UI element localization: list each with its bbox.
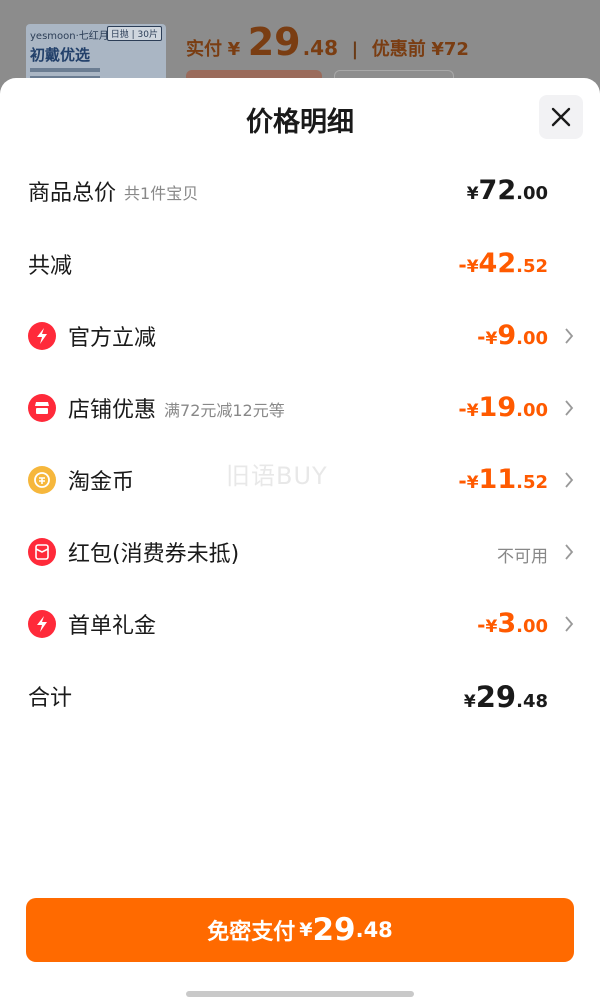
store-discount-amount: -¥19.00 [458, 388, 548, 428]
actual-pay-label: 实付 [186, 39, 222, 60]
coin-icon [28, 466, 56, 494]
before-discount-price: ¥72 [431, 39, 469, 60]
total-price-amount: ¥72.00 [467, 171, 548, 211]
first-order-gift-label: 首单礼金 [68, 614, 157, 639]
row-total-reduce: 共减 -¥42.52 [28, 244, 572, 284]
before-discount-label: 优惠前 [371, 39, 426, 60]
actual-pay-int: 29 [247, 20, 301, 64]
product-text-lines [30, 68, 100, 72]
red-packet-status: 不可用 [497, 547, 548, 567]
currency-symbol: ¥ [485, 617, 498, 637]
close-icon [551, 107, 571, 127]
official-discount-label: 官方立减 [68, 326, 157, 351]
currency-symbol: ¥ [485, 329, 498, 349]
amount-dec: .00 [516, 400, 548, 421]
total-price-label: 商品总价 [28, 181, 117, 206]
store-icon [28, 394, 56, 422]
sum-amount: ¥29.48 [464, 676, 548, 716]
minus-sign: - [458, 469, 467, 493]
amount-int: 11 [478, 464, 517, 495]
actual-pay-dec: .48 [302, 36, 339, 60]
product-badge: 日抛 | 30片 [106, 26, 162, 41]
chevron-right-icon [565, 328, 574, 344]
store-discount-label: 店铺优惠 [68, 398, 157, 423]
pay-amount-int: 29 [312, 912, 356, 948]
amount-int: 42 [478, 248, 517, 279]
item-count: 共1件宝贝 [124, 184, 199, 203]
amount-dec: .48 [516, 691, 548, 712]
currency-symbol: ¥ [466, 401, 479, 421]
amount-dec: .52 [516, 472, 548, 493]
store-discount-desc: 满72元减12元等 [164, 401, 285, 420]
pay-amount-dec: .48 [355, 918, 393, 942]
red-packet-label: 红包(消费券未抵) [68, 542, 240, 567]
row-official-discount[interactable]: 官方立减 -¥9.00 [28, 316, 574, 356]
red-packet-status-wrap: 不可用 [497, 532, 548, 572]
row-first-order-gift[interactable]: 首单礼金 -¥3.00 [28, 604, 574, 644]
amount-dec: .00 [516, 183, 548, 204]
product-brand: yesmoon·七红月 [30, 31, 109, 42]
amount-int: 72 [478, 175, 517, 206]
sum-label: 合计 [28, 686, 73, 711]
home-indicator[interactable] [186, 991, 414, 997]
close-button[interactable] [539, 95, 583, 139]
amount-int: 9 [497, 320, 517, 351]
chevron-right-icon [565, 544, 574, 560]
chevron-right-icon [565, 472, 574, 488]
taojinbi-label: 淘金币 [68, 470, 135, 495]
price-separator: | [351, 39, 359, 60]
amount-int: 19 [478, 392, 517, 423]
currency-symbol: ¥ [466, 184, 479, 204]
sheet-title: 价格明细 [246, 107, 354, 138]
lightning-icon [28, 322, 56, 350]
amount-dec: .52 [516, 256, 548, 277]
price-detail-sheet: 价格明细 商品总价 共1件宝贝 ¥72.00 共减 -¥42.52 官方立减 -… [0, 78, 600, 1008]
row-red-packet[interactable]: 红包(消费券未抵) 不可用 [28, 532, 574, 572]
watermark-text: 旧语BUY [226, 462, 328, 490]
taojinbi-amount: -¥11.52 [458, 460, 548, 500]
minus-sign: - [458, 397, 467, 421]
currency-symbol: ¥ [463, 692, 476, 712]
row-sum: 合计 ¥29.48 [28, 676, 572, 716]
pay-currency: ¥ [299, 919, 313, 941]
row-total-price: 商品总价 共1件宝贝 ¥72.00 [28, 171, 572, 211]
password-free-pay-button[interactable]: 免密支付 ¥29.48 [26, 898, 574, 962]
amount-dec: .00 [516, 616, 548, 637]
first-order-gift-amount: -¥3.00 [477, 604, 548, 644]
product-title: 初戴优选 [30, 46, 91, 64]
row-store-discount[interactable]: 店铺优惠 满72元减12元等 -¥19.00 [28, 388, 574, 428]
chevron-right-icon [565, 400, 574, 416]
amount-int: 29 [475, 680, 517, 714]
amount-dec: .00 [516, 328, 548, 349]
currency-symbol: ¥ [466, 473, 479, 493]
red-packet-icon [28, 538, 56, 566]
minus-sign: - [458, 253, 467, 277]
lightning-icon [28, 610, 56, 638]
total-reduce-amount: -¥42.52 [458, 244, 548, 284]
amount-int: 3 [497, 608, 517, 639]
official-discount-amount: -¥9.00 [477, 316, 548, 356]
chevron-right-icon [565, 616, 574, 632]
actual-pay-currency: ¥ [227, 39, 241, 60]
background-price-row: 实付 ¥ 29.48 | 优惠前 ¥72 [186, 20, 469, 64]
total-reduce-label: 共减 [28, 254, 73, 279]
pay-button-label: 免密支付 [207, 920, 296, 945]
currency-symbol: ¥ [466, 257, 479, 277]
